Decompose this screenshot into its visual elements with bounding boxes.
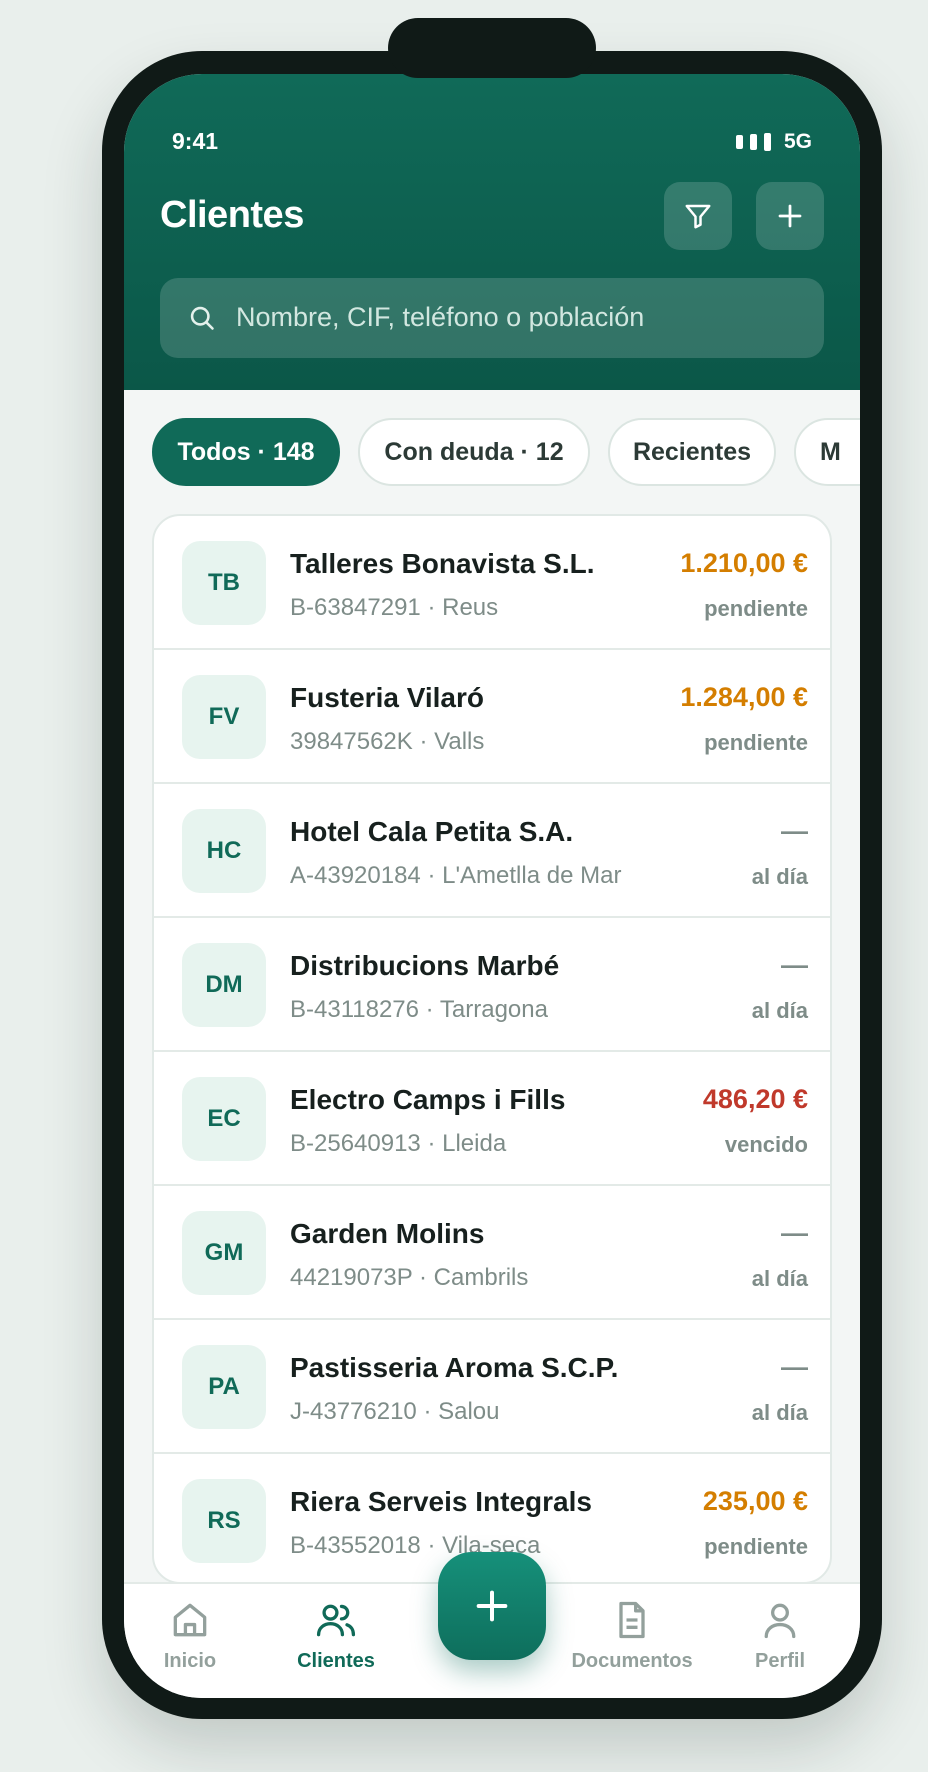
client-id-location: A-43920184 · L'Ametlla de Mar <box>290 862 622 889</box>
client-balance: — <box>781 816 808 846</box>
signal-bar <box>749 134 757 150</box>
client-name: Distribucions Marbé <box>290 950 560 981</box>
users-icon <box>316 1604 356 1637</box>
client-balance: — <box>781 1352 808 1382</box>
tab-clientes[interactable]: Clientes <box>266 1598 406 1688</box>
tab-label: Documentos <box>571 1650 693 1672</box>
tab-perfil[interactable]: Perfil <box>710 1598 850 1688</box>
client-row[interactable]: EC Electro Camps i Fills B-25640913 · Ll… <box>154 1052 830 1186</box>
signal-indicator: 5G <box>735 130 812 154</box>
client-row[interactable]: GM Garden Molins 44219073P · Cambrils — … <box>154 1186 830 1320</box>
client-status: pendiente <box>704 596 808 621</box>
tab-inicio[interactable]: Inicio <box>124 1598 260 1688</box>
client-name: Hotel Cala Petita S.A. <box>290 816 574 847</box>
client-balance: 486,20 € <box>702 1084 808 1114</box>
new-document-fab[interactable] <box>438 1552 546 1660</box>
search-placeholder: Nombre, CIF, teléfono o población <box>236 302 645 332</box>
filter-icon <box>685 204 711 229</box>
home-icon <box>173 1603 207 1637</box>
status-bar: 9:41 5G <box>124 128 860 164</box>
client-avatar: DM <box>182 943 266 1027</box>
client-name: Fusteria Vilaró <box>290 682 485 713</box>
search-input[interactable]: Nombre, CIF, teléfono o población <box>160 278 824 358</box>
plus-icon <box>476 1590 508 1622</box>
client-id-location: B-63847291 · Reus <box>290 594 499 621</box>
client-name: Pastisseria Aroma S.C.P. <box>290 1352 619 1383</box>
client-list: TB Talleres Bonavista S.L. B-63847291 · … <box>152 514 832 1584</box>
client-status: al día <box>751 864 808 889</box>
tab-label: Clientes <box>297 1650 375 1672</box>
tab-label: Inicio <box>163 1650 217 1672</box>
client-row[interactable]: HC Hotel Cala Petita S.A. A-43920184 · L… <box>154 784 830 918</box>
client-row[interactable]: DM Distribucions Marbé B-43118276 · Tarr… <box>154 918 830 1052</box>
client-avatar: TB <box>182 541 266 625</box>
signal-bar <box>735 135 743 149</box>
page-title: Clientes <box>160 194 304 236</box>
client-name: Riera Serveis Integrals <box>290 1486 592 1517</box>
client-balance: 1.210,00 € <box>680 548 808 578</box>
client-name: Talleres Bonavista S.L. <box>290 548 595 579</box>
client-status: al día <box>751 1400 808 1425</box>
client-row[interactable]: TB Talleres Bonavista S.L. B-63847291 · … <box>154 516 830 650</box>
app-screen: 9:41 5G Clientes Nombre, CIF, teléfono o… <box>124 74 860 1698</box>
tab-documentos[interactable]: Documentos <box>562 1598 702 1688</box>
chip-con-deuda[interactable]: Con deuda · 12 <box>358 418 590 486</box>
client-row[interactable]: FV Fusteria Vilaró 39847562K · Valls 1.2… <box>154 650 830 784</box>
signal-bar <box>763 133 771 151</box>
client-status: vencido <box>724 1132 808 1157</box>
status-time: 9:41 <box>172 128 219 154</box>
client-name: Electro Camps i Fills <box>290 1084 566 1115</box>
client-balance: 235,00 € <box>702 1486 808 1516</box>
client-id-location: J-43776210 · Salou <box>290 1398 500 1425</box>
client-avatar: PA <box>182 1345 266 1429</box>
chip-todos[interactable]: Todos · 148 <box>152 418 340 486</box>
client-name: Garden Molins <box>290 1218 485 1249</box>
network-label: 5G <box>783 130 812 153</box>
tab-label: Perfil <box>754 1650 806 1672</box>
document-icon <box>619 1601 645 1639</box>
filter-chips: Todos · 148 Con deuda · 12 Recientes M <box>152 418 860 488</box>
add-client-button[interactable] <box>756 182 824 250</box>
client-status: al día <box>751 1266 808 1291</box>
client-avatar: FV <box>182 675 266 759</box>
chip-more[interactable]: M <box>794 418 860 486</box>
chip-more-label: M <box>820 437 841 466</box>
search-icon <box>190 306 214 330</box>
client-balance: 1.284,00 € <box>680 682 808 712</box>
client-status: pendiente <box>704 1534 808 1559</box>
client-avatar: GM <box>182 1211 266 1295</box>
client-id-location: B-43118276 · Tarragona <box>290 996 548 1023</box>
client-balance: — <box>781 950 808 980</box>
client-status: pendiente <box>704 730 808 755</box>
client-avatar: EC <box>182 1077 266 1161</box>
client-avatar: RS <box>182 1479 266 1563</box>
chip-recientes[interactable]: Recientes <box>608 418 776 486</box>
client-status: al día <box>751 998 808 1023</box>
client-balance: — <box>781 1218 808 1248</box>
client-id-location: 39847562K · Valls <box>290 728 485 755</box>
filter-button[interactable] <box>664 182 732 250</box>
client-avatar: HC <box>182 809 266 893</box>
plus-icon <box>778 204 802 228</box>
client-id-location: 44219073P · Cambrils <box>290 1264 529 1291</box>
client-row[interactable]: PA Pastisseria Aroma S.C.P. J-43776210 ·… <box>154 1320 830 1454</box>
client-id-location: B-25640913 · Lleida <box>290 1130 507 1157</box>
header: 9:41 5G Clientes Nombre, CIF, teléfono o… <box>124 74 860 390</box>
phone-notch <box>388 18 596 78</box>
user-icon <box>764 1603 796 1639</box>
